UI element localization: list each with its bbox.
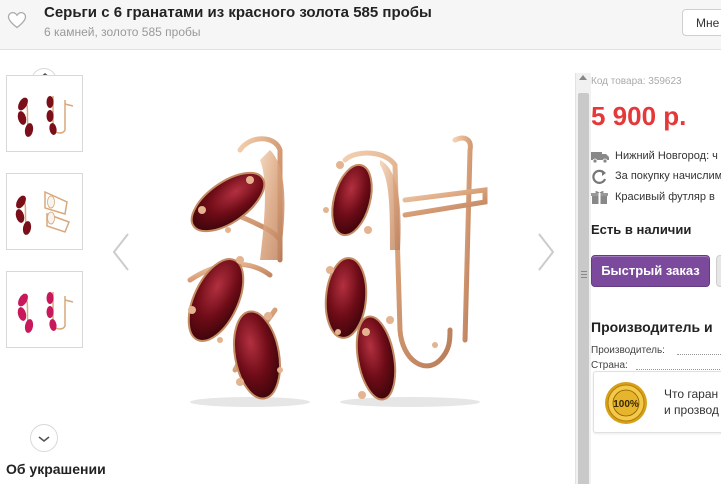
scrollbar[interactable] xyxy=(575,73,591,484)
thumbnail-1[interactable] xyxy=(6,75,83,152)
thumbnail-3[interactable] xyxy=(6,271,83,348)
heart-icon[interactable] xyxy=(7,11,27,29)
feature-delivery-text: Нижний Новгород: ч xyxy=(615,150,718,162)
truck-icon xyxy=(591,152,609,164)
dotted-leader xyxy=(677,354,721,355)
chevron-left-icon[interactable] xyxy=(110,232,132,272)
product-main-image xyxy=(187,135,488,407)
manufacturer-heading: Производитель и xyxy=(591,319,713,335)
thumbnail-2[interactable] xyxy=(6,173,83,250)
product-header: Серьги с 6 гранатами из красного золота … xyxy=(0,0,721,50)
dotted-leader xyxy=(636,369,721,370)
more-button[interactable]: Мне xyxy=(682,9,721,36)
guarantee-line-2: и прозвод xyxy=(664,403,719,417)
feature-bonus-text: За покупку начислим xyxy=(615,170,721,182)
product-title: Серьги с 6 гранатами из красного золота … xyxy=(44,4,432,21)
about-jewelry-heading: Об украшении xyxy=(6,461,106,477)
stock-status: Есть в наличии xyxy=(591,222,692,237)
spec-country: Страна: xyxy=(591,360,628,371)
spec-label: Страна: xyxy=(591,360,628,371)
guarantee-text: Что гаран и прозвод xyxy=(664,386,719,418)
scrollbar-thumb[interactable] xyxy=(578,93,589,484)
scroll-up-icon[interactable] xyxy=(579,75,587,80)
product-info-panel: Код товара: 359623 5 900 р. Нижний Новго… xyxy=(591,73,721,484)
spec-manufacturer: Производитель: xyxy=(591,345,665,356)
feature-gift-text: Красивый футляр в xyxy=(615,191,715,203)
chevron-down-icon xyxy=(38,436,50,443)
refresh-icon xyxy=(592,169,607,184)
grip-icon xyxy=(581,271,587,272)
secondary-button[interactable] xyxy=(716,255,721,287)
product-code: Код товара: 359623 xyxy=(591,76,682,87)
quick-order-button[interactable]: Быстрый заказ xyxy=(591,255,710,287)
earrings-thumbnail-image xyxy=(17,96,74,137)
seal-text: 100% xyxy=(613,399,639,410)
spec-label: Производитель: xyxy=(591,345,665,356)
product-price: 5 900 р. xyxy=(591,101,687,131)
earrings-thumbnail-image xyxy=(17,292,74,333)
thumbnails-down-button[interactable] xyxy=(30,424,58,452)
guarantee-line-1: Что гаран xyxy=(664,387,719,401)
product-subtitle: 6 камней, золото 585 пробы xyxy=(44,25,201,39)
guarantee-seal-icon: 100% xyxy=(605,382,647,424)
product-page: Серьги с 6 гранатами из красного золота … xyxy=(0,0,721,484)
guarantee-card[interactable]: 100% Что гаран и прозвод xyxy=(593,371,721,433)
earrings-thumbnail-image xyxy=(15,190,70,235)
gift-icon xyxy=(591,191,608,204)
